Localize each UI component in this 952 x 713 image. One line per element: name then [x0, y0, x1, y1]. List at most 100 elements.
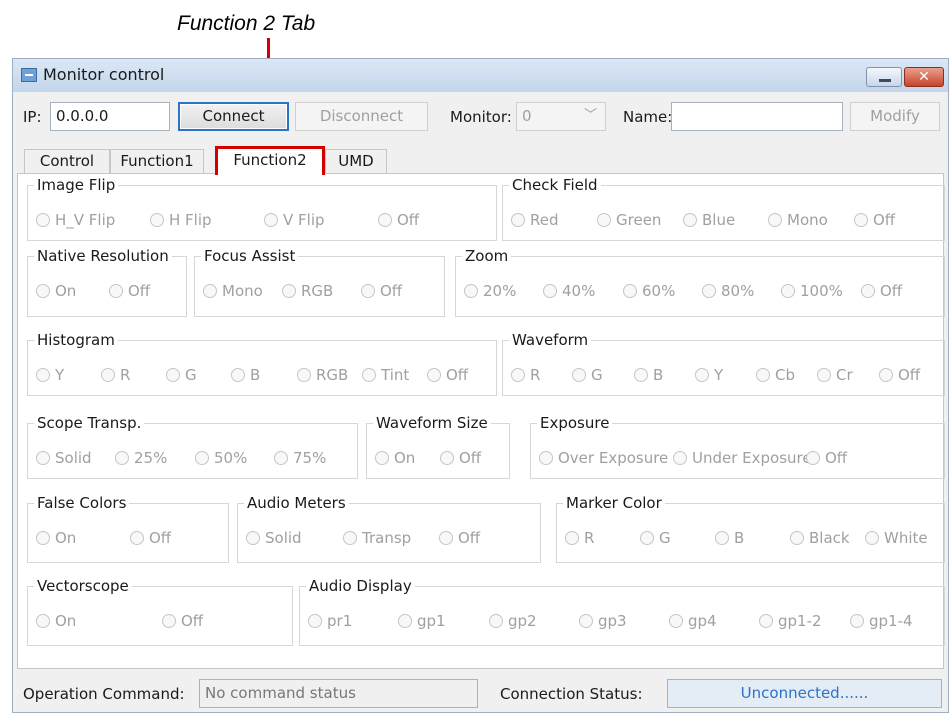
histogram-radio-rgb[interactable]: RGB	[297, 365, 348, 385]
minimize-button[interactable]	[866, 67, 902, 87]
radio-circle-icon	[539, 451, 553, 465]
waveform-size-radio-on[interactable]: On	[375, 448, 415, 468]
waveform-radio-y[interactable]: Y	[695, 365, 723, 385]
histogram-radio-tint[interactable]: Tint	[362, 365, 409, 385]
waveform-radio-g[interactable]: G	[572, 365, 603, 385]
vectorscope-radio-off[interactable]: Off	[162, 611, 203, 631]
zoom-radio-off[interactable]: Off	[861, 281, 902, 301]
vectorscope-radio-on[interactable]: On	[36, 611, 76, 631]
audio-display-radio-gp3[interactable]: gp3	[579, 611, 627, 631]
radio-circle-icon	[427, 368, 441, 382]
radio-option-label: 40%	[562, 282, 596, 300]
close-button[interactable]: ✕	[904, 67, 944, 87]
check-field-radio-mono[interactable]: Mono	[768, 210, 828, 230]
image-flip-radio-h-v-flip[interactable]: H_V Flip	[36, 210, 115, 230]
focus-assist-radio-rgb[interactable]: RGB	[282, 281, 333, 301]
native-resolution-radio-off[interactable]: Off	[109, 281, 150, 301]
false-colors-radio-on[interactable]: On	[36, 528, 76, 548]
radio-circle-icon	[756, 368, 770, 382]
false-colors-radio-off[interactable]: Off	[130, 528, 171, 548]
tab-control[interactable]: Control	[24, 149, 110, 174]
exposure-group-label: Exposure	[537, 413, 613, 433]
scope-transp-radio-50-[interactable]: 50%	[195, 448, 247, 468]
native-resolution-radio-on[interactable]: On	[36, 281, 76, 301]
audio-display-radio-gp1-2[interactable]: gp1-2	[759, 611, 822, 631]
marker-color-radio-black[interactable]: Black	[790, 528, 850, 548]
focus-assist-radio-off[interactable]: Off	[361, 281, 402, 301]
audio-display-radio-gp1[interactable]: gp1	[398, 611, 446, 631]
histogram-radio-r[interactable]: R	[101, 365, 130, 385]
radio-option-label: Off	[825, 449, 848, 467]
scope-transp-radio-25-[interactable]: 25%	[115, 448, 167, 468]
radio-circle-icon	[282, 284, 296, 298]
image-flip-radio-h-flip[interactable]: H Flip	[150, 210, 212, 230]
waveform-radio-cb[interactable]: Cb	[756, 365, 795, 385]
audio-display-radio-gp1-4[interactable]: gp1-4	[850, 611, 913, 631]
audio-display-radio-gp4[interactable]: gp4	[669, 611, 717, 631]
connect-button[interactable]: Connect	[178, 102, 289, 131]
check-field-radio-blue[interactable]: Blue	[683, 210, 735, 230]
false-colors-options: On Off	[36, 528, 224, 548]
scope-transp-group-label: Scope Transp.	[34, 413, 145, 433]
tab-umd[interactable]: UMD	[325, 149, 387, 174]
audio-display-radio-gp2[interactable]: gp2	[489, 611, 537, 631]
radio-option-label: gp1-2	[778, 612, 822, 630]
radio-circle-icon	[115, 451, 129, 465]
waveform-radio-cr[interactable]: Cr	[817, 365, 853, 385]
title-bar[interactable]: Monitor control ✕	[13, 59, 948, 92]
marker-color-radio-white[interactable]: White	[865, 528, 928, 548]
waveform-options: R G B Y Cb Cr Off	[511, 365, 940, 385]
check-field-radio-off[interactable]: Off	[854, 210, 895, 230]
zoom-radio-80-[interactable]: 80%	[702, 281, 754, 301]
radio-circle-icon	[511, 213, 525, 227]
modify-button[interactable]: Modify	[850, 102, 940, 131]
zoom-radio-20-[interactable]: 20%	[464, 281, 516, 301]
radio-option-label: pr1	[327, 612, 353, 630]
image-flip-radio-off[interactable]: Off	[378, 210, 419, 230]
tab-function1[interactable]: Function1	[110, 149, 204, 174]
focus-assist-radio-mono[interactable]: Mono	[203, 281, 263, 301]
radio-option-label: gp2	[508, 612, 537, 630]
histogram-radio-y[interactable]: Y	[36, 365, 64, 385]
radio-option-label: 60%	[642, 282, 676, 300]
monitor-select[interactable]: 0 ﹀	[516, 102, 606, 131]
exposure-radio-under-exposure[interactable]: Under Exposure	[673, 448, 812, 468]
audio-meters-radio-off[interactable]: Off	[439, 528, 480, 548]
histogram-radio-off[interactable]: Off	[427, 365, 468, 385]
zoom-radio-100-[interactable]: 100%	[781, 281, 843, 301]
image-flip-radio-v-flip[interactable]: V Flip	[264, 210, 325, 230]
audio-meters-radio-transp[interactable]: Transp	[343, 528, 411, 548]
disconnect-button[interactable]: Disconnect	[295, 102, 428, 131]
marker-color-radio-r[interactable]: R	[565, 528, 594, 548]
zoom-radio-40-[interactable]: 40%	[543, 281, 595, 301]
audio-meters-radio-solid[interactable]: Solid	[246, 528, 302, 548]
name-input[interactable]	[671, 102, 843, 131]
radio-circle-icon	[489, 614, 503, 628]
radio-circle-icon	[669, 614, 683, 628]
histogram-radio-g[interactable]: G	[166, 365, 197, 385]
waveform-radio-off[interactable]: Off	[879, 365, 920, 385]
check-field-radio-red[interactable]: Red	[511, 210, 559, 230]
scope-transp-group: Scope Transp. Solid 25% 50% 75%	[27, 413, 358, 479]
ip-input[interactable]: 0.0.0.0	[50, 102, 170, 131]
waveform-radio-b[interactable]: B	[634, 365, 663, 385]
check-field-radio-green[interactable]: Green	[597, 210, 661, 230]
scope-transp-radio-solid[interactable]: Solid	[36, 448, 92, 468]
image-flip-group-label: Image Flip	[34, 175, 119, 195]
status-bar: Operation Command: No command status Con…	[13, 679, 948, 709]
waveform-size-radio-off[interactable]: Off	[440, 448, 481, 468]
scope-transp-radio-75-[interactable]: 75%	[274, 448, 326, 468]
radio-option-label: RGB	[301, 282, 334, 300]
radio-circle-icon	[150, 213, 164, 227]
zoom-radio-60-[interactable]: 60%	[623, 281, 675, 301]
exposure-radio-off[interactable]: Off	[806, 448, 847, 468]
exposure-radio-over-exposure[interactable]: Over Exposure	[539, 448, 668, 468]
tab-function2[interactable]: Function2	[215, 146, 325, 175]
radio-circle-icon	[36, 451, 50, 465]
audio-display-radio-pr1[interactable]: pr1	[308, 611, 352, 631]
marker-color-radio-b[interactable]: B	[715, 528, 744, 548]
waveform-radio-r[interactable]: R	[511, 365, 540, 385]
image-flip-options: H_V Flip H Flip V Flip Off	[36, 210, 492, 230]
marker-color-radio-g[interactable]: G	[640, 528, 671, 548]
histogram-radio-b[interactable]: B	[231, 365, 260, 385]
